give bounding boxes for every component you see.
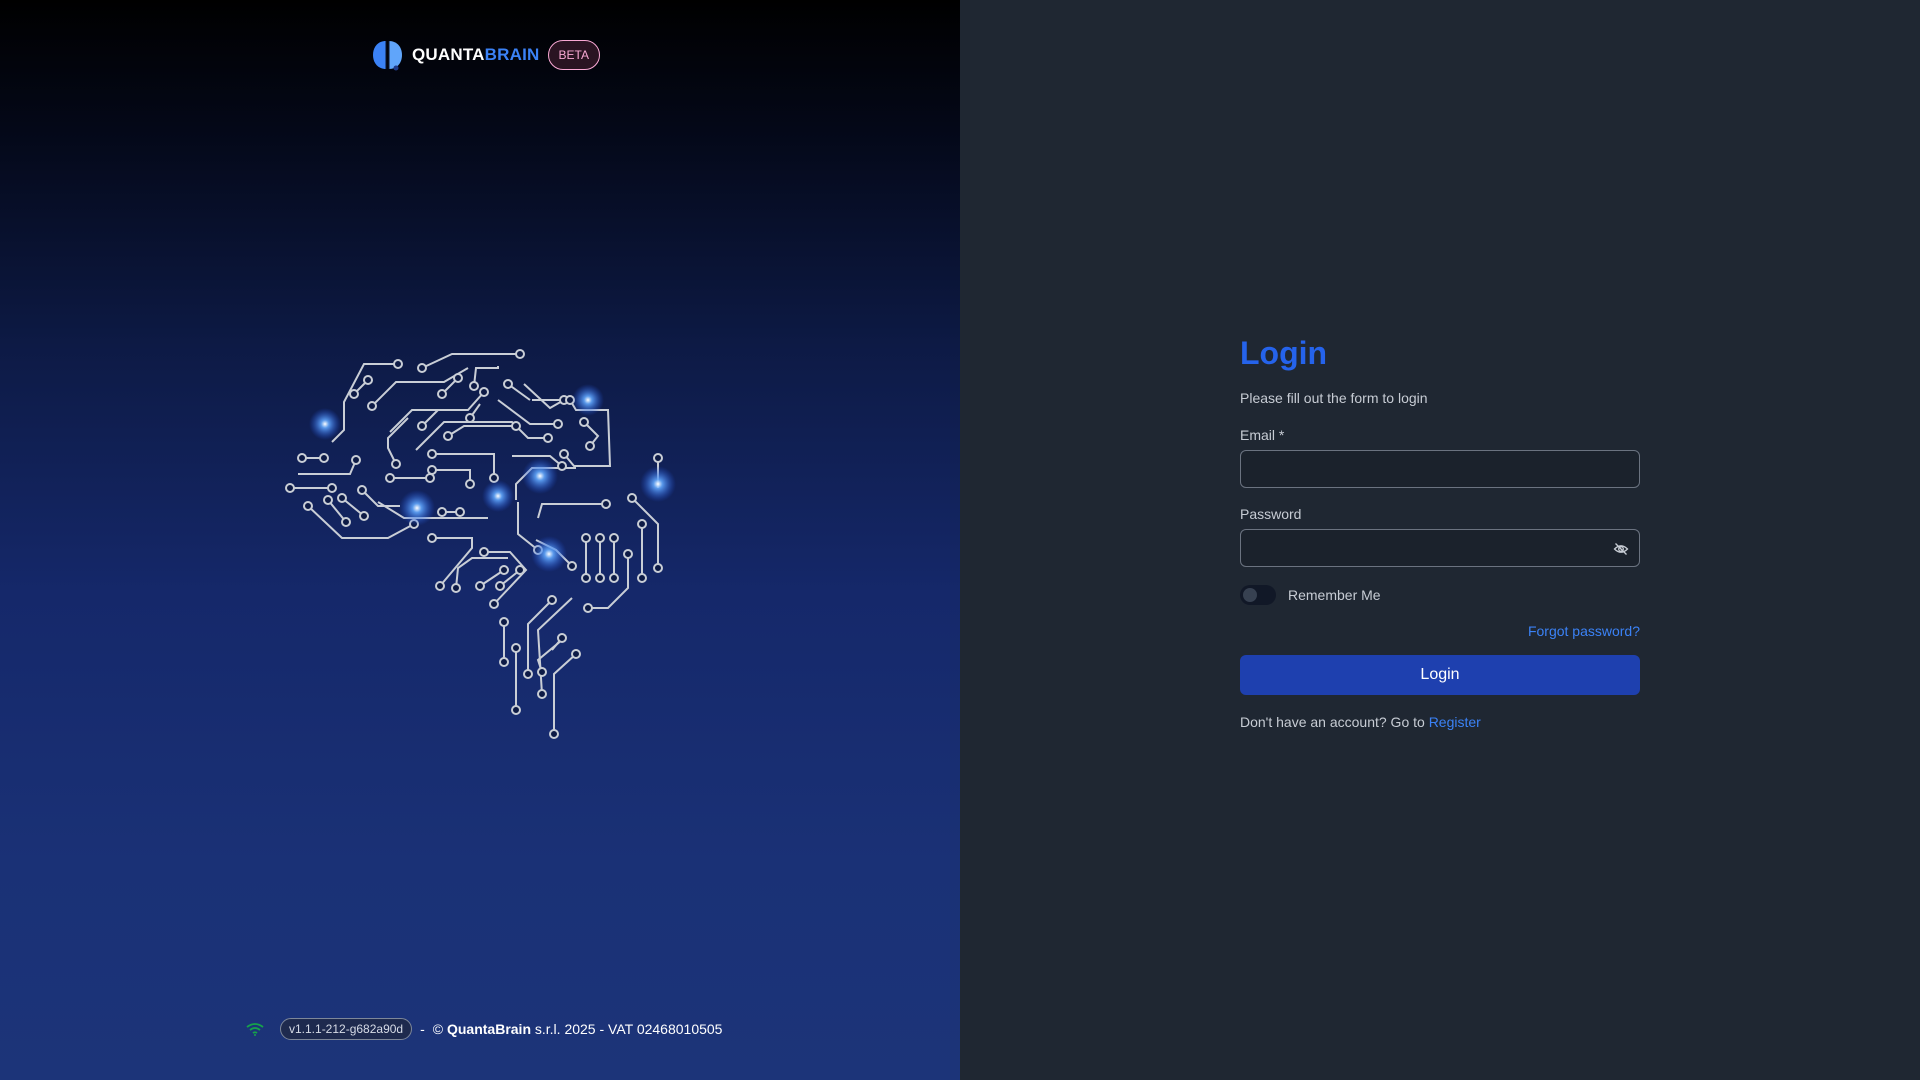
company-name: QuantaBrain	[446, 1021, 531, 1037]
eye-off-icon[interactable]	[1613, 541, 1629, 557]
remember-me-row: Remember Me	[1240, 585, 1640, 605]
remember-me-label: Remember Me	[1288, 587, 1381, 603]
login-form: Login Please fill out the form to login …	[1240, 332, 1640, 730]
login-button[interactable]: Login	[1240, 655, 1640, 695]
brand-name: QUANTABRAIN	[412, 45, 540, 65]
brand-name-part2: BRAIN	[484, 45, 540, 64]
login-panel: Login Please fill out the form to login …	[960, 0, 1920, 1080]
password-field[interactable]	[1240, 529, 1640, 567]
wifi-icon	[246, 1023, 264, 1036]
register-link[interactable]: Register	[1429, 714, 1481, 730]
forgot-password-link[interactable]: Forgot password?	[1528, 623, 1640, 639]
email-field[interactable]	[1240, 450, 1640, 488]
toggle-knob	[1243, 588, 1257, 602]
version-badge: v1.1.1-212-g682a90d	[280, 1018, 413, 1040]
login-subtitle: Please fill out the form to login	[1240, 390, 1428, 406]
beta-badge: BETA	[547, 40, 600, 70]
circuit-brain-icon	[285, 349, 676, 739]
email-label: Email *	[1240, 427, 1285, 443]
brand-header: QUANTABRAIN BETA	[372, 38, 600, 72]
brain-logo-icon	[373, 41, 402, 71]
forgot-password-row: Forgot password?	[1240, 623, 1640, 639]
login-title: Login	[1240, 335, 1328, 371]
password-label: Password	[1240, 506, 1302, 522]
register-row: Don't have an account? Go to Register	[1240, 714, 1640, 730]
brand-name-part1: QUANTA	[412, 45, 485, 64]
app-footer: v1.1.1-212-g682a90d - © QuantaBrain s.r.…	[246, 1017, 722, 1041]
remember-me-toggle[interactable]	[1240, 585, 1276, 605]
copyright-text: s.r.l. 2025 - VAT 02468010505	[534, 1021, 723, 1037]
brand-panel: QUANTABRAIN BETA v1.1.1-212-g682a90d - ©…	[0, 0, 960, 1080]
copyright-symbol: ©	[432, 1021, 444, 1037]
register-prompt: Don't have an account? Go to	[1240, 714, 1425, 730]
footer-separator: -	[420, 1021, 425, 1037]
